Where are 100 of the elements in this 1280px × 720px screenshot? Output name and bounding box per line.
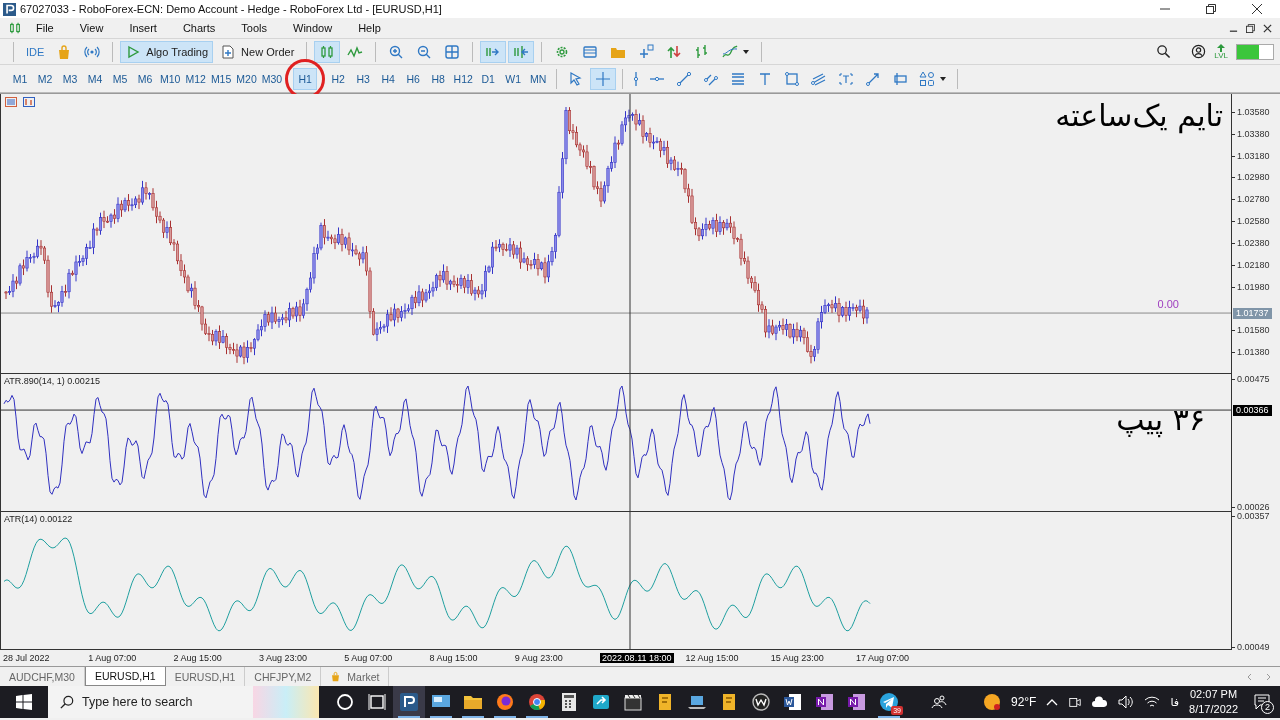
search-icon	[60, 695, 74, 709]
timeframe-button[interactable]: M5	[108, 67, 132, 90]
timeframe-button[interactable]: H4	[376, 67, 401, 90]
scroll-left-icon[interactable]	[1246, 672, 1254, 681]
timeframe-button[interactable]: M4	[83, 67, 107, 90]
calculator-icon	[559, 692, 579, 712]
cloud-icon[interactable]	[1092, 696, 1109, 708]
time-label: 5 Aug 07:00	[344, 653, 393, 663]
axis-label: 1.01980	[1232, 281, 1270, 293]
time-label: 1 Aug 07:00	[88, 653, 137, 663]
chart-annotation: ۳۶ پیپ	[1116, 402, 1205, 437]
panel-icon[interactable]	[5, 97, 17, 107]
play-icon	[125, 43, 142, 60]
timeframe-button[interactable]: M1	[8, 67, 32, 90]
candlestick-icon	[319, 43, 336, 60]
menu-item[interactable]: Insert	[115, 22, 169, 34]
timeframe-button[interactable]: M3	[58, 67, 82, 90]
horizontal-line-icon	[649, 76, 666, 81]
account-icon[interactable]	[1191, 44, 1207, 59]
ide-button[interactable]: IDE	[21, 40, 50, 63]
plus-icon	[638, 43, 655, 60]
timeframe-button[interactable]: D1	[476, 67, 501, 90]
crosshair-time-tag: 2022.08.11 18:00	[600, 653, 674, 663]
timeframe-button[interactable]: H1	[293, 67, 318, 90]
timeframe-button[interactable]: W1	[501, 67, 526, 90]
menu-item[interactable]: Help	[344, 22, 393, 34]
chart-shift-button[interactable]	[508, 40, 535, 63]
timeframe-button[interactable]: M15	[208, 67, 234, 90]
wifi-icon[interactable]	[1144, 695, 1161, 709]
search-field[interactable]: Type here to search	[48, 686, 253, 718]
menu-item[interactable]: View	[65, 22, 116, 34]
search-icon[interactable]	[1156, 44, 1172, 59]
timeframe-button[interactable]: H8	[426, 67, 451, 90]
new-order-button[interactable]: New Order	[215, 40, 300, 63]
paper-plane-icon	[879, 692, 899, 712]
candlestick-icon	[8, 21, 22, 35]
level-value: 0.00	[1157, 298, 1179, 310]
timeframe-button[interactable]: M2	[33, 67, 57, 90]
restore-icon[interactable]	[1246, 23, 1255, 33]
menu-item[interactable]: Tools	[227, 22, 279, 34]
caret-icon	[743, 49, 750, 54]
clapperboard-icon	[623, 692, 643, 712]
caret-icon	[940, 76, 947, 81]
word-document-icon	[783, 692, 803, 712]
circle-icon	[335, 692, 355, 712]
clock[interactable]: 02:07 PM 8/17/2022	[1189, 687, 1238, 717]
tile-windows-icon	[444, 43, 461, 60]
candles-button[interactable]	[314, 40, 341, 63]
axis-label: 1.01380	[1232, 347, 1270, 358]
close-icon[interactable]	[1252, 4, 1262, 14]
autoscroll-button[interactable]	[480, 40, 507, 63]
time-label: 17 Aug 07:00	[856, 653, 910, 663]
taskbar-app-button[interactable]	[393, 686, 425, 718]
level-badge[interactable]: LVL	[1214, 43, 1228, 60]
axis-label: 1.02980	[1232, 172, 1270, 184]
weather-temperature[interactable]: 92°F	[1010, 695, 1037, 709]
timeframe-button[interactable]: MN	[526, 67, 551, 90]
scroll-right-icon[interactable]	[1264, 672, 1272, 681]
timeframe-button[interactable]: H12	[451, 67, 476, 90]
algo-trading-button[interactable]: Algo Trading	[120, 40, 214, 63]
timeframe-button[interactable]: M30	[259, 67, 285, 90]
fibonacci-lines-icon	[730, 70, 747, 87]
people-icon[interactable]	[930, 694, 947, 710]
timeframe-button[interactable]: M20	[234, 67, 259, 90]
camera-icon[interactable]	[1068, 695, 1083, 709]
crosshair-value-tag: 0.00366	[1233, 405, 1272, 417]
timeframe-button[interactable]: H3	[351, 67, 376, 90]
timeframe-button[interactable]: M6	[133, 67, 157, 90]
notification-count: 2	[1261, 701, 1274, 714]
chart-tab[interactable]: EURUSD,H1	[84, 667, 166, 686]
crosshair-button[interactable]	[590, 67, 617, 90]
notebook-icon	[847, 692, 867, 712]
new-document-icon	[220, 43, 237, 60]
menu-item[interactable]: Charts	[168, 22, 228, 34]
sun-icon[interactable]	[982, 693, 1001, 711]
chart-annotation: تایم یک‌ساعته	[1055, 98, 1223, 133]
timeframe-button[interactable]: M10	[158, 67, 183, 90]
menu-item[interactable]: Window	[279, 22, 345, 34]
chart-shift-icon	[513, 43, 530, 60]
language-indicator[interactable]: فا	[1170, 695, 1180, 709]
indicator-label: ATR(14) 0.00122	[4, 514, 73, 524]
time-label: 3 Aug 23:00	[258, 653, 307, 663]
axis-label: 1.02380	[1232, 237, 1270, 249]
close-icon[interactable]	[1263, 23, 1272, 33]
notebook-icon	[815, 692, 835, 712]
time-label: 28 Jul 2022	[3, 653, 50, 663]
speaker-icon[interactable]	[1118, 695, 1135, 709]
windows-logo-icon[interactable]	[16, 694, 32, 710]
notification-button[interactable]: 2	[1248, 688, 1276, 716]
restore-icon[interactable]	[1206, 4, 1216, 14]
chart-window-icon[interactable]	[23, 97, 35, 107]
timeframe-button[interactable]: H2	[326, 67, 351, 90]
chevron-up-icon[interactable]	[1046, 698, 1059, 706]
timeframe-button[interactable]: M12	[183, 67, 208, 90]
time-label: 2 Aug 15:00	[173, 653, 222, 663]
time-label: 9 Aug 23:00	[514, 653, 563, 663]
timeframe-button[interactable]: H6	[401, 67, 426, 90]
menu-item[interactable]: File	[22, 22, 66, 34]
indicator-label: ATR.890(14, 1) 0.00215	[4, 376, 100, 386]
zoom-out-icon	[416, 43, 433, 60]
